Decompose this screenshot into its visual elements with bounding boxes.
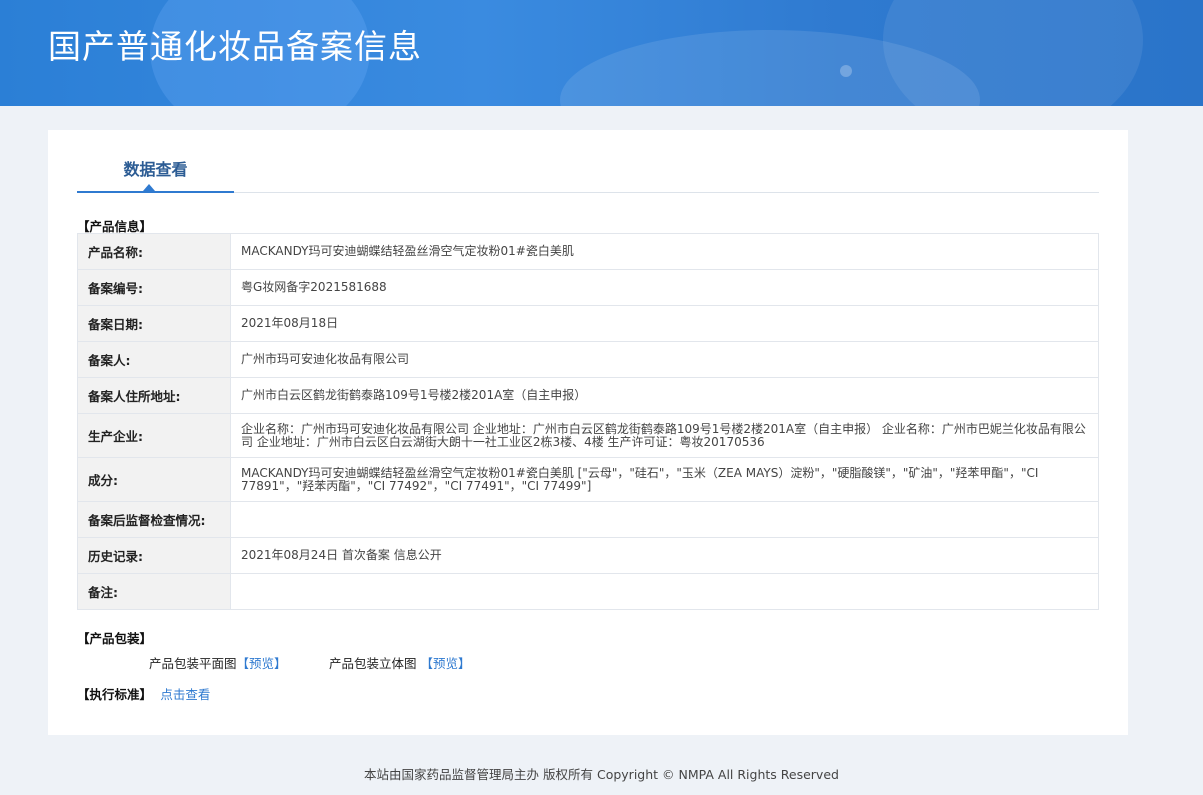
table-row: 备案日期: 2021年08月18日 — [77, 305, 1099, 342]
row-value: 广州市白云区鹤龙街鹤泰路109号1号楼2楼201A室（自主申报） — [230, 377, 1099, 414]
table-row: 备案人: 广州市玛可安迪化妆品有限公司 — [77, 341, 1099, 378]
packaging-solid-preview-link[interactable]: 【预览】 — [421, 656, 471, 671]
banner-decoration — [883, 0, 1143, 106]
product-info-table: 产品名称: MACKANDY玛可安迪蝴蝶结轻盈丝滑空气定妆粉01#瓷白美肌 备案… — [77, 233, 1099, 610]
row-label: 备案人住所地址: — [77, 377, 231, 414]
tab-label: 数据查看 — [123, 160, 188, 179]
row-label: 备案日期: — [77, 305, 231, 342]
banner-decoration — [840, 65, 852, 77]
page-title: 国产普通化妆品备案信息 — [48, 27, 422, 66]
row-label: 备案后监督检查情况: — [77, 501, 231, 538]
row-label: 备案编号: — [77, 269, 231, 306]
row-label: 生产企业: — [77, 413, 231, 458]
row-value: 2021年08月24日 首次备案 信息公开 — [230, 537, 1099, 574]
tab-active-caret-icon — [143, 184, 155, 191]
row-label: 产品名称: — [77, 233, 231, 270]
standard-section-title: 【执行标准】 点击查看 — [77, 684, 210, 703]
standard-view-link[interactable]: 点击查看 — [160, 687, 210, 702]
page-footer: 本站由国家药品监督管理局主办 版权所有 Copyright © NMPA All… — [364, 767, 839, 782]
row-value: MACKANDY玛可安迪蝴蝶结轻盈丝滑空气定妆粉01#瓷白美肌 — [230, 233, 1099, 270]
packaging-solid-label: 产品包装立体图 — [329, 656, 417, 671]
content-panel: 数据查看 【产品信息】 产品名称: MACKANDY玛可安迪蝴蝶结轻盈丝滑空气定… — [48, 130, 1128, 735]
table-row: 备案后监督检查情况: — [77, 501, 1099, 538]
row-value: 广州市玛可安迪化妆品有限公司 — [230, 341, 1099, 378]
table-row: 备案人住所地址: 广州市白云区鹤龙街鹤泰路109号1号楼2楼201A室（自主申报… — [77, 377, 1099, 414]
row-value: 2021年08月18日 — [230, 305, 1099, 342]
page-header-banner: 国产普通化妆品备案信息 — [0, 0, 1203, 106]
table-row: 产品名称: MACKANDY玛可安迪蝴蝶结轻盈丝滑空气定妆粉01#瓷白美肌 — [77, 233, 1099, 270]
table-row: 生产企业: 企业名称：广州市玛可安迪化妆品有限公司 企业地址：广州市白云区鹤龙街… — [77, 413, 1099, 458]
tab-bar: 数据查看 — [77, 130, 1099, 193]
row-label: 历史记录: — [77, 537, 231, 574]
packaging-flat-preview-link[interactable]: 【预览】 — [237, 656, 287, 671]
table-row: 备案编号: 粤G妆网备字2021581688 — [77, 269, 1099, 306]
row-label: 备案人: — [77, 341, 231, 378]
table-row: 成分: MACKANDY玛可安迪蝴蝶结轻盈丝滑空气定妆粉01#瓷白美肌 ["云母… — [77, 457, 1099, 502]
table-row: 备注: — [77, 573, 1099, 610]
row-label: 成分: — [77, 457, 231, 502]
packaging-solid-item: 产品包装立体图 【预览】 — [329, 653, 471, 672]
standard-section-label: 【执行标准】 — [77, 687, 153, 702]
row-value — [230, 501, 1099, 538]
row-value: 粤G妆网备字2021581688 — [230, 269, 1099, 306]
row-value: 企业名称：广州市玛可安迪化妆品有限公司 企业地址：广州市白云区鹤龙街鹤泰路109… — [230, 413, 1099, 458]
packaging-section-title: 【产品包装】 — [77, 631, 153, 646]
tab-data-view[interactable]: 数据查看 — [77, 130, 234, 193]
row-value — [230, 573, 1099, 610]
packaging-flat-item: 产品包装平面图【预览】 — [149, 653, 287, 672]
table-row: 历史记录: 2021年08月24日 首次备案 信息公开 — [77, 537, 1099, 574]
row-label: 备注: — [77, 573, 231, 610]
packaging-flat-label: 产品包装平面图 — [149, 656, 237, 671]
row-value: MACKANDY玛可安迪蝴蝶结轻盈丝滑空气定妆粉01#瓷白美肌 ["云母"，"硅… — [230, 457, 1099, 502]
